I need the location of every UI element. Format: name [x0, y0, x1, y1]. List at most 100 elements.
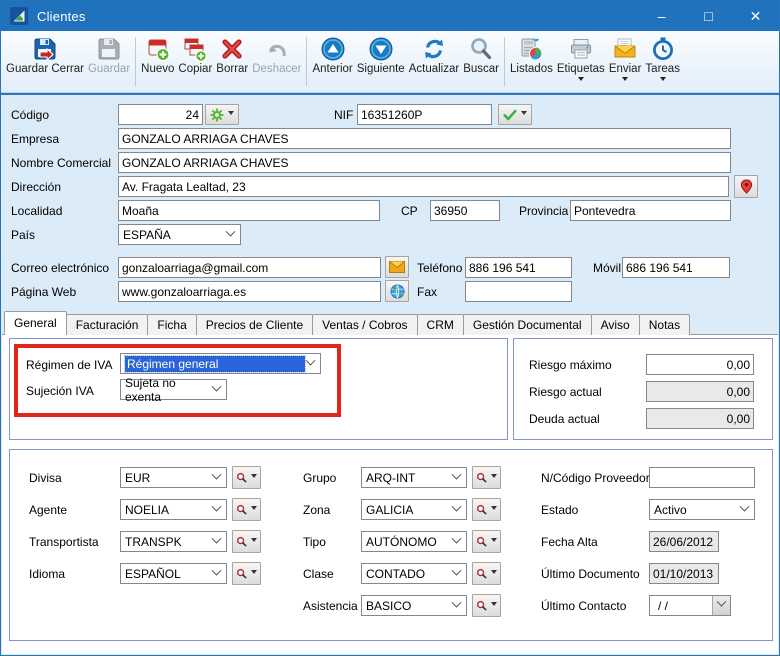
tab-precios-de-cliente[interactable]: Precios de Cliente [195, 314, 314, 335]
idioma-lookup-button[interactable] [232, 562, 261, 585]
transportista-lookup-button[interactable] [232, 530, 261, 553]
empresa-input[interactable] [118, 128, 731, 149]
tab-aviso[interactable]: Aviso [590, 314, 640, 335]
direccion-input[interactable] [118, 176, 729, 197]
chevron-down-icon [211, 533, 222, 544]
provincia-label: Provincia [519, 204, 569, 218]
ultimo-documento-label: Último Documento [541, 567, 640, 581]
zona-select[interactable]: GALICIA [361, 499, 467, 520]
chevron-down-icon [716, 596, 727, 607]
etiquetas-dropdown-arrow-icon[interactable] [577, 77, 584, 84]
toolbar-button-borrar[interactable]: Borrar [214, 35, 250, 92]
tab-strip: General Facturación Ficha Precios de Cli… [4, 311, 691, 335]
maximize-button[interactable]: □ [685, 1, 732, 31]
codigo-input[interactable] [118, 104, 203, 125]
toolbar-button-guardar: Guardar [86, 35, 132, 92]
agente-lookup-button[interactable] [232, 498, 261, 521]
estado-label: Estado [541, 503, 579, 517]
map-pin-icon [740, 179, 752, 194]
tareas-dropdown-arrow-icon[interactable] [659, 77, 666, 84]
tab-notas[interactable]: Notas [638, 314, 691, 335]
map-location-button[interactable] [734, 175, 758, 198]
magnifier-icon [236, 472, 247, 483]
nif-label: NIF [334, 108, 354, 122]
nombre-comercial-input[interactable] [118, 152, 731, 173]
pagina-web-input[interactable] [118, 281, 381, 302]
tab-ficha[interactable]: Ficha [147, 314, 197, 335]
chevron-down-icon [211, 381, 222, 392]
clientes-window: Clientes – □ ✕ Guardar Cerrar Guardar Nu… [0, 0, 780, 656]
movil-input[interactable] [622, 257, 730, 278]
toolbar-button-listados[interactable]: Listados [508, 35, 555, 92]
nif-input[interactable] [357, 104, 492, 125]
asistencia-select[interactable]: BASICO [361, 595, 467, 616]
clase-lookup-button[interactable] [472, 562, 501, 585]
sujecion-iva-select[interactable]: Sujeta no exenta [120, 376, 227, 404]
toolbar-button-copiar[interactable]: Copiar [176, 35, 214, 92]
chevron-down-icon [211, 469, 222, 480]
tab-general[interactable]: General [4, 311, 67, 335]
tab-facturacion[interactable]: Facturación [65, 314, 149, 335]
tab-ventas-cobros[interactable]: Ventas / Cobros [312, 314, 418, 335]
enviar-dropdown-arrow-icon[interactable] [622, 77, 629, 84]
regimen-iva-select[interactable]: Régimen general [120, 353, 321, 374]
telefono-input[interactable] [465, 257, 572, 278]
codigo-proveedor-input[interactable] [649, 467, 755, 488]
localidad-input[interactable] [118, 200, 380, 221]
pais-select[interactable]: ESPAÑA [118, 224, 241, 245]
tab-crm[interactable]: CRM [416, 314, 464, 335]
correo-label: Correo electrónico [11, 261, 110, 275]
fecha-alta-label: Fecha Alta [541, 535, 598, 549]
dropdown-arrow-icon [491, 506, 497, 513]
codigo-actions-button[interactable] [205, 104, 239, 125]
deuda-actual-input [646, 408, 754, 429]
regimen-iva-label: Régimen de IVA [26, 358, 113, 372]
toolbar-button-siguiente[interactable]: Siguiente [355, 35, 407, 92]
fax-input[interactable] [465, 281, 572, 302]
dropdown-arrow-icon [491, 538, 497, 545]
tab-gestion-documental[interactable]: Gestión Documental [462, 314, 592, 335]
toolbar-separator [504, 37, 506, 86]
toolbar-button-buscar[interactable]: Buscar [461, 35, 501, 92]
open-website-button[interactable] [385, 280, 409, 302]
zona-lookup-button[interactable] [472, 498, 501, 521]
cp-input[interactable] [430, 200, 500, 221]
grupo-lookup-button[interactable] [472, 466, 501, 489]
idioma-select[interactable]: ESPAÑOL [120, 563, 227, 584]
search-icon [471, 38, 492, 60]
transportista-select[interactable]: TRANSPK [120, 531, 227, 552]
riesgo-maximo-label: Riesgo máximo [529, 358, 612, 372]
clase-select[interactable]: CONTADO [361, 563, 467, 584]
direccion-label: Dirección [11, 180, 62, 194]
asistencia-label: Asistencia [303, 599, 358, 613]
estado-select[interactable]: Activo [649, 499, 755, 520]
send-email-button[interactable] [385, 256, 409, 278]
toolbar-button-guardar-cerrar[interactable]: Guardar Cerrar [4, 35, 86, 92]
ultimo-contacto-label: Último Contacto [541, 599, 627, 613]
toolbar-button-etiquetas[interactable]: Etiquetas [555, 35, 607, 92]
asistencia-lookup-button[interactable] [472, 594, 501, 617]
correo-input[interactable] [118, 257, 381, 278]
toolbar-button-tareas[interactable]: Tareas [643, 35, 682, 92]
dropdown-arrow-icon [251, 506, 257, 513]
ultimo-contacto-date-select[interactable]: / / [649, 595, 731, 616]
agente-select[interactable]: NOELIA [120, 499, 227, 520]
grupo-select[interactable]: ARQ-INT [361, 467, 467, 488]
codigo-label: Código [11, 108, 50, 122]
toolbar-button-enviar[interactable]: Enviar [607, 35, 644, 92]
toolbar-button-nuevo[interactable]: Nuevo [139, 35, 176, 92]
toolbar-button-actualizar[interactable]: Actualizar [407, 35, 462, 92]
minimize-button[interactable]: – [638, 1, 685, 31]
riesgo-maximo-input[interactable] [646, 354, 754, 375]
divisa-lookup-button[interactable] [232, 466, 261, 489]
provincia-input[interactable] [570, 200, 731, 221]
divisa-select[interactable]: EUR [120, 467, 227, 488]
tipo-lookup-button[interactable] [472, 530, 501, 553]
tipo-select[interactable]: AUTÓNOMO [361, 531, 467, 552]
nif-validate-button[interactable] [498, 104, 532, 125]
toolbar-button-anterior[interactable]: Anterior [310, 35, 354, 92]
close-button[interactable]: ✕ [732, 1, 779, 31]
new-record-icon [148, 39, 170, 62]
ultimo-contacto-dropdown-button[interactable] [712, 596, 730, 615]
tasks-clock-icon [652, 37, 673, 60]
